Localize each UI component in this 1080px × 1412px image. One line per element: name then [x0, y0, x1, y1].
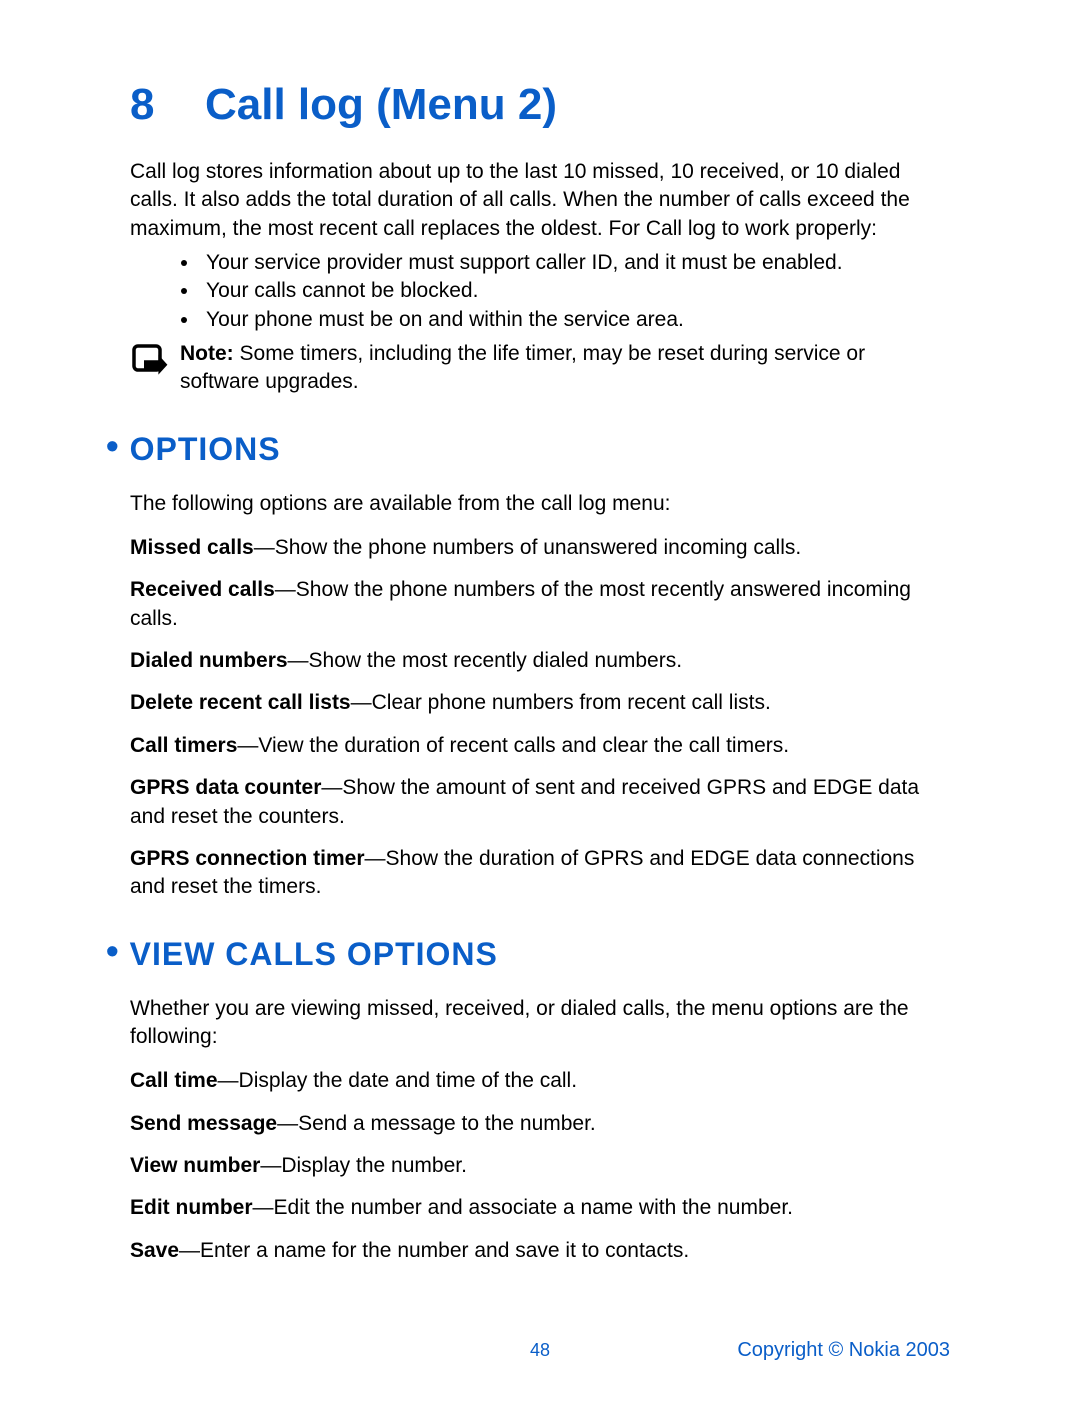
chapter-heading: 8Call log (Menu 2) — [130, 80, 950, 130]
option-item: Missed calls—Show the phone numbers of u… — [130, 534, 950, 562]
option-term: Call time — [130, 1069, 218, 1092]
option-desc: —Display the date and time of the call. — [218, 1069, 578, 1092]
chapter-number: 8 — [130, 80, 205, 130]
option-item: Received calls—Show the phone numbers of… — [130, 576, 950, 633]
page-footer: 48 Copyright © Nokia 2003 — [130, 1339, 950, 1362]
option-term: Delete recent call lists — [130, 691, 351, 714]
option-desc: —Show the phone numbers of unanswered in… — [254, 536, 801, 559]
section-heading-options: • OPTIONS — [106, 425, 950, 468]
bullet-icon: • — [106, 930, 120, 971]
option-item: Call time—Display the date and time of t… — [130, 1067, 950, 1095]
document-page: 8Call log (Menu 2) Call log stores infor… — [0, 0, 1080, 1412]
option-term: Missed calls — [130, 536, 254, 559]
list-item: Your service provider must support calle… — [200, 249, 950, 277]
note-label: Note: — [180, 342, 234, 365]
list-item: Your calls cannot be blocked. — [200, 277, 950, 305]
option-item: Send message—Send a message to the numbe… — [130, 1110, 950, 1138]
copyright: Copyright © Nokia 2003 — [679, 1339, 950, 1362]
option-desc: —Send a message to the number. — [277, 1112, 596, 1135]
option-term: View number — [130, 1154, 260, 1177]
option-item: Call timers—View the duration of recent … — [130, 732, 950, 760]
option-term: Edit number — [130, 1196, 253, 1219]
bullet-icon: • — [106, 425, 120, 466]
option-item: Save—Enter a name for the number and sav… — [130, 1237, 950, 1265]
list-item: Your phone must be on and within the ser… — [200, 306, 950, 334]
option-item: GPRS data counter—Show the amount of sen… — [130, 774, 950, 831]
view-calls-intro: Whether you are viewing missed, received… — [130, 995, 950, 1052]
section-title: VIEW CALLS OPTIONS — [130, 936, 498, 972]
option-desc: —Edit the number and associate a name wi… — [253, 1196, 793, 1219]
option-term: Call timers — [130, 734, 237, 757]
option-item: View number—Display the number. — [130, 1152, 950, 1180]
option-term: Dialed numbers — [130, 649, 288, 672]
requirements-list: Your service provider must support calle… — [130, 249, 950, 334]
option-term: Received calls — [130, 578, 275, 601]
option-item: GPRS connection timer—Show the duration … — [130, 845, 950, 902]
option-item: Edit number—Edit the number and associat… — [130, 1194, 950, 1222]
page-number: 48 — [405, 1340, 676, 1361]
option-term: GPRS data counter — [130, 776, 321, 799]
note-body: Some timers, including the life timer, m… — [180, 342, 865, 393]
section-heading-view-calls: • VIEW CALLS OPTIONS — [106, 930, 950, 973]
option-desc: —Show the most recently dialed numbers. — [288, 649, 683, 672]
option-desc: —Display the number. — [260, 1154, 467, 1177]
section-title: OPTIONS — [130, 431, 281, 467]
intro-paragraph: Call log stores information about up to … — [130, 158, 950, 243]
option-term: GPRS connection timer — [130, 847, 365, 870]
option-desc: —Clear phone numbers from recent call li… — [351, 691, 771, 714]
option-item: Dialed numbers—Show the most recently di… — [130, 647, 950, 675]
option-term: Send message — [130, 1112, 277, 1135]
note-block: Note: Some timers, including the life ti… — [130, 340, 950, 397]
note-arrow-icon — [130, 340, 180, 389]
option-desc: —Enter a name for the number and save it… — [179, 1239, 689, 1262]
note-text: Note: Some timers, including the life ti… — [180, 340, 950, 397]
chapter-title: Call log (Menu 2) — [205, 80, 557, 129]
option-term: Save — [130, 1239, 179, 1262]
option-item: Delete recent call lists—Clear phone num… — [130, 689, 950, 717]
option-desc: —View the duration of recent calls and c… — [237, 734, 789, 757]
options-intro: The following options are available from… — [130, 490, 950, 518]
